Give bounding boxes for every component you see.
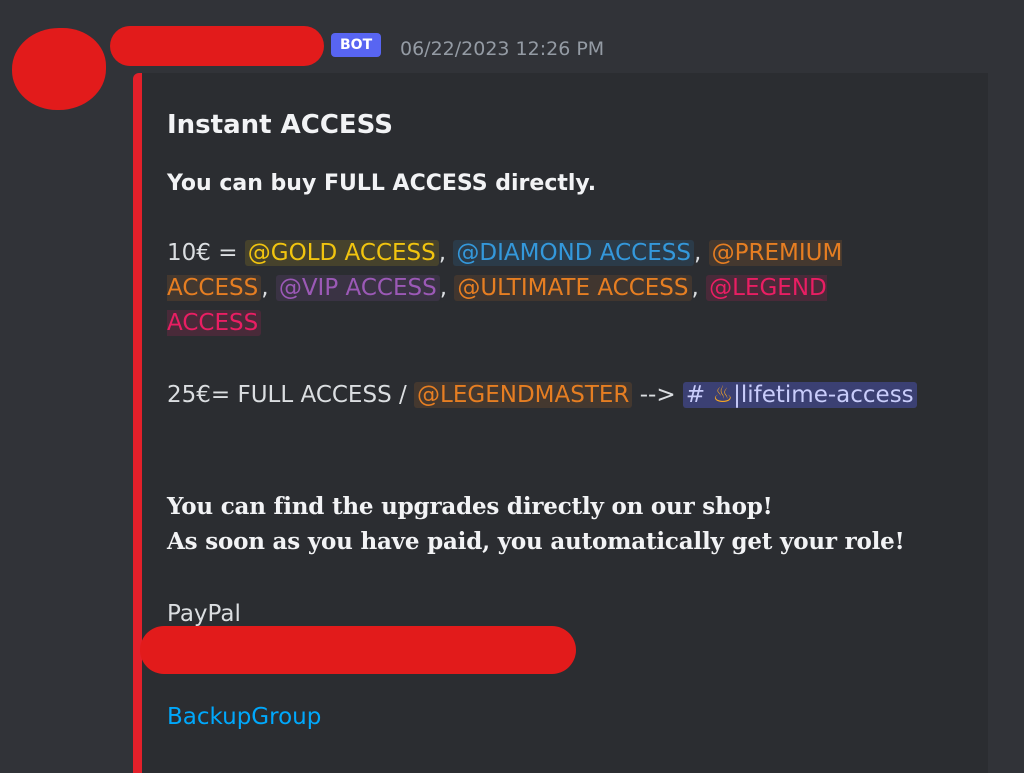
channel-mention-lifetime-access[interactable]: # ♨|lifetime-access bbox=[682, 382, 917, 408]
price-25-prefix: 25€= FULL ACCESS / bbox=[167, 382, 415, 408]
role-mention-gold[interactable]: @GOLD ACCESS bbox=[244, 240, 439, 266]
info-line-2-end: ! bbox=[894, 528, 905, 555]
info-line-2: As soon as you have paid, you automatica… bbox=[167, 524, 927, 559]
separator: , bbox=[438, 240, 454, 266]
arrow-text: --> bbox=[632, 382, 683, 408]
intro-period: . bbox=[587, 171, 597, 196]
embed-title: Instant ACCESS bbox=[167, 110, 393, 140]
username-redacted[interactable] bbox=[110, 26, 324, 66]
role-mention-diamond[interactable]: @DIAMOND ACCESS bbox=[453, 240, 694, 266]
separator: , bbox=[693, 240, 709, 266]
info-line-1-text: You can find the upgrades directly on ou… bbox=[167, 493, 763, 520]
price-line-10: 10€ = @GOLD ACCESS, @DIAMOND ACCESS, @PR… bbox=[167, 236, 927, 341]
info-line-1-end: ! bbox=[762, 493, 773, 520]
avatar-redacted[interactable] bbox=[12, 28, 106, 110]
embed-intro: You can buy FULL ACCESS directly. bbox=[167, 166, 927, 201]
price-line-25: 25€= FULL ACCESS / @LEGENDMASTER --> # ♨… bbox=[167, 378, 927, 413]
intro-text: You can buy FULL ACCESS directly bbox=[167, 171, 588, 196]
channel-hash-icon: # bbox=[685, 382, 706, 408]
role-mention-vip[interactable]: @VIP ACCESS bbox=[275, 275, 440, 301]
info-block: You can find the upgrades directly on ou… bbox=[167, 489, 927, 559]
separator: , bbox=[691, 275, 707, 301]
info-line-1: You can find the upgrades directly on ou… bbox=[167, 489, 927, 524]
info-line-2-text: As soon as you have paid, you automatica… bbox=[167, 528, 895, 555]
backup-group-link[interactable]: BackupGroup bbox=[167, 704, 321, 730]
price-10-prefix: 10€ = bbox=[167, 240, 245, 266]
separator: , bbox=[439, 275, 455, 301]
role-mention-legendmaster[interactable]: @LEGENDMASTER bbox=[414, 382, 633, 408]
message-timestamp: 06/22/2023 12:26 PM bbox=[400, 38, 605, 60]
role-mention-ultimate[interactable]: @ULTIMATE ACCESS bbox=[454, 275, 692, 301]
flame-icon: ♨ bbox=[712, 382, 734, 408]
paypal-redacted bbox=[140, 626, 576, 674]
bot-badge: BOT bbox=[331, 33, 382, 57]
channel-name: |lifetime-access bbox=[733, 382, 914, 408]
separator: , bbox=[261, 275, 276, 301]
